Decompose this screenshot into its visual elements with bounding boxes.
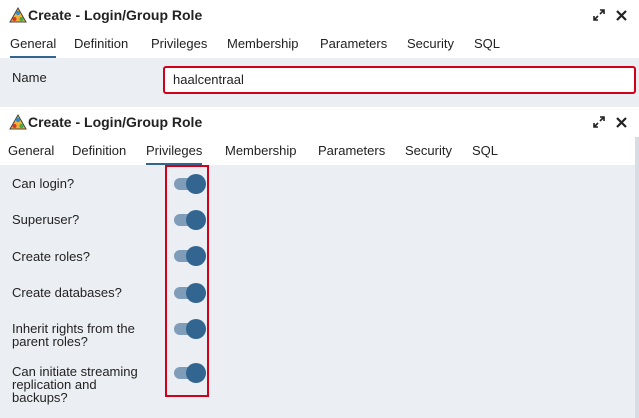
pgadmin-role-icon [9, 114, 27, 130]
privilege-label-superuser: Superuser? [12, 212, 80, 227]
tab-security[interactable]: Security [407, 30, 454, 56]
tab-bar: General Definition Privileges Membership… [0, 30, 639, 58]
privilege-label-streaming-replication: Can initiate streaming replication and b… [12, 364, 138, 405]
tab-sql[interactable]: SQL [474, 30, 500, 56]
close-icon [615, 9, 627, 21]
close-button[interactable] [612, 6, 630, 24]
dialog-titlebar[interactable]: Create - Login/Group Role [0, 107, 639, 137]
privilege-label-inherit-rights: Inherit rights from the parent roles? [12, 321, 135, 349]
dialog-title: Create - Login/Group Role [28, 7, 203, 23]
panel-edge [635, 137, 639, 418]
privilege-label-create-databases: Create databases? [12, 285, 122, 300]
toggle-create-databases[interactable] [174, 283, 206, 303]
tab-sql[interactable]: SQL [472, 137, 498, 163]
close-button[interactable] [612, 113, 630, 131]
tab-membership[interactable]: Membership [227, 30, 299, 56]
maximize-icon [593, 9, 605, 21]
dialog-titlebar[interactable]: Create - Login/Group Role [0, 0, 639, 30]
privilege-label-can-login: Can login? [12, 176, 75, 191]
tab-general[interactable]: General [10, 30, 57, 58]
maximize-icon [593, 116, 605, 128]
maximize-button[interactable] [590, 113, 608, 131]
toggle-can-login[interactable] [174, 174, 206, 194]
tab-definition[interactable]: Definition [74, 30, 128, 56]
close-icon [615, 116, 627, 128]
tab-bar: General Definition Privileges Membership… [0, 137, 639, 165]
maximize-button[interactable] [590, 6, 608, 24]
create-role-dialog-privileges: Create - Login/Group Role General Defini… [0, 107, 639, 418]
tab-membership[interactable]: Membership [225, 137, 297, 163]
tab-privileges[interactable]: Privileges [146, 137, 203, 165]
name-label: Name [12, 70, 47, 85]
toggle-superuser[interactable] [174, 210, 206, 230]
pgadmin-role-icon [9, 7, 27, 23]
privileges-panel: Can login? Superuser? Create roles? Crea… [0, 165, 639, 418]
tab-parameters[interactable]: Parameters [320, 30, 387, 56]
toggle-streaming-replication[interactable] [174, 363, 206, 383]
name-input[interactable]: haalcentraal [163, 66, 636, 94]
toggle-inherit-rights[interactable] [174, 319, 206, 339]
general-panel: Name haalcentraal [0, 58, 639, 107]
dialog-title: Create - Login/Group Role [28, 114, 203, 130]
create-role-dialog-general: Create - Login/Group Role General Defini… [0, 0, 639, 107]
toggle-create-roles[interactable] [174, 246, 206, 266]
tab-security[interactable]: Security [405, 137, 452, 163]
tab-parameters[interactable]: Parameters [318, 137, 385, 163]
tab-privileges[interactable]: Privileges [151, 30, 207, 56]
privilege-label-create-roles: Create roles? [12, 249, 91, 264]
tab-definition[interactable]: Definition [72, 137, 126, 163]
tab-general[interactable]: General [8, 137, 54, 163]
